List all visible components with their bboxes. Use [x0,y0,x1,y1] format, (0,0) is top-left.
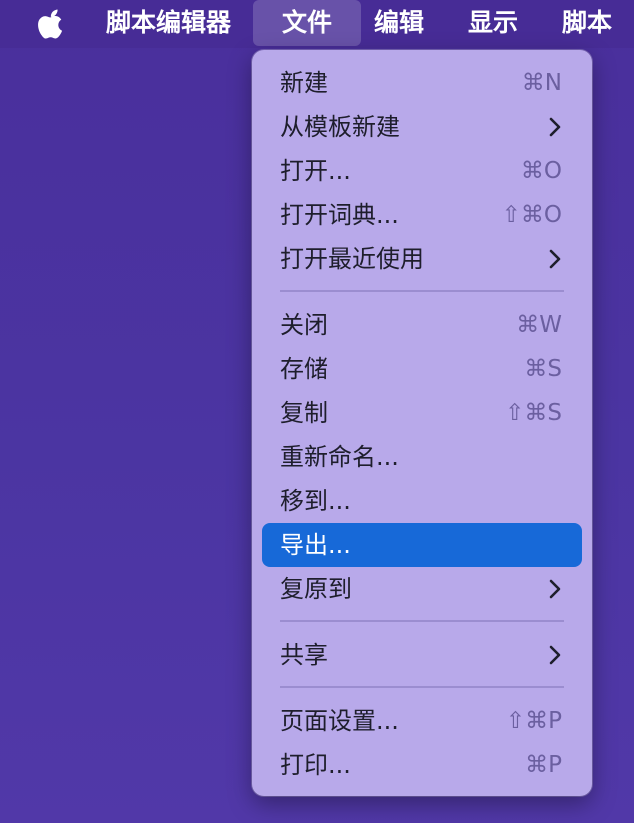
menu-item-label: 打开... [280,157,351,185]
menu-item-rename[interactable]: 重新命名... [262,435,582,479]
script-menu-button[interactable]: 脚本 [562,0,612,48]
file-dropdown-menu: 新建 ⌘N 从模板新建 打开... ⌘O 打开词典... ⇧⌘O 打开最近使用 … [252,50,592,796]
menu-item-label: 打开最近使用 [280,245,424,273]
submenu-chevron-icon [549,579,561,599]
menu-item-page-setup[interactable]: 页面设置... ⇧⌘P [262,699,582,743]
submenu-chevron-icon [549,645,561,665]
menu-item-label: 打开词典... [280,201,399,229]
edit-menu-button[interactable]: 编辑 [374,0,424,48]
menu-item-move-to[interactable]: 移到... [262,479,582,523]
menu-item-label: 共享 [280,641,328,669]
menu-item-label: 移到... [280,487,351,515]
submenu-chevron-icon [549,249,561,269]
menu-item-duplicate[interactable]: 复制 ⇧⌘S [262,391,582,435]
menu-item-export[interactable]: 导出... [262,523,582,567]
menu-item-label: 打印... [280,751,351,779]
menu-item-close[interactable]: 关闭 ⌘W [262,303,582,347]
menu-item-label: 导出... [280,531,351,559]
menu-item-open-dictionary[interactable]: 打开词典... ⇧⌘O [262,193,582,237]
menu-item-open[interactable]: 打开... ⌘O [262,149,582,193]
menu-item-print[interactable]: 打印... ⌘P [262,743,582,787]
menu-separator [280,686,564,688]
shortcut-label: ⇧⌘P [505,708,562,734]
menu-item-label: 复原到 [280,575,352,603]
file-menu-button[interactable]: 文件 [253,0,361,46]
menu-bar: 脚本编辑器 文件 编辑 显示 脚本 [0,0,634,48]
menu-item-label: 复制 [280,399,328,427]
menu-item-label: 关闭 [280,311,328,339]
shortcut-label: ⇧⌘O [501,202,562,228]
menu-item-label: 从模板新建 [280,113,400,141]
menu-item-new[interactable]: 新建 ⌘N [262,61,582,105]
shortcut-label: ⌘W [516,312,562,338]
menu-separator [280,620,564,622]
menu-item-open-recent[interactable]: 打开最近使用 [262,237,582,281]
apple-logo-icon [38,9,63,39]
submenu-chevron-icon [549,117,561,137]
menu-item-revert-to[interactable]: 复原到 [262,567,582,611]
menu-item-label: 页面设置... [280,707,399,735]
menu-item-share[interactable]: 共享 [262,633,582,677]
shortcut-label: ⇧⌘S [505,400,562,426]
view-menu-button[interactable]: 显示 [468,0,518,48]
menu-separator [280,290,564,292]
shortcut-label: ⌘O [520,158,562,184]
apple-menu[interactable] [38,0,70,48]
app-name-menu[interactable]: 脚本编辑器 [106,0,231,48]
shortcut-label: ⌘P [525,752,562,778]
menu-item-label: 重新命名... [280,443,399,471]
menu-item-label: 存储 [280,355,328,383]
menu-item-new-from-template[interactable]: 从模板新建 [262,105,582,149]
menu-item-label: 新建 [280,69,328,97]
menu-item-save[interactable]: 存储 ⌘S [262,347,582,391]
shortcut-label: ⌘N [521,70,562,96]
shortcut-label: ⌘S [524,356,562,382]
